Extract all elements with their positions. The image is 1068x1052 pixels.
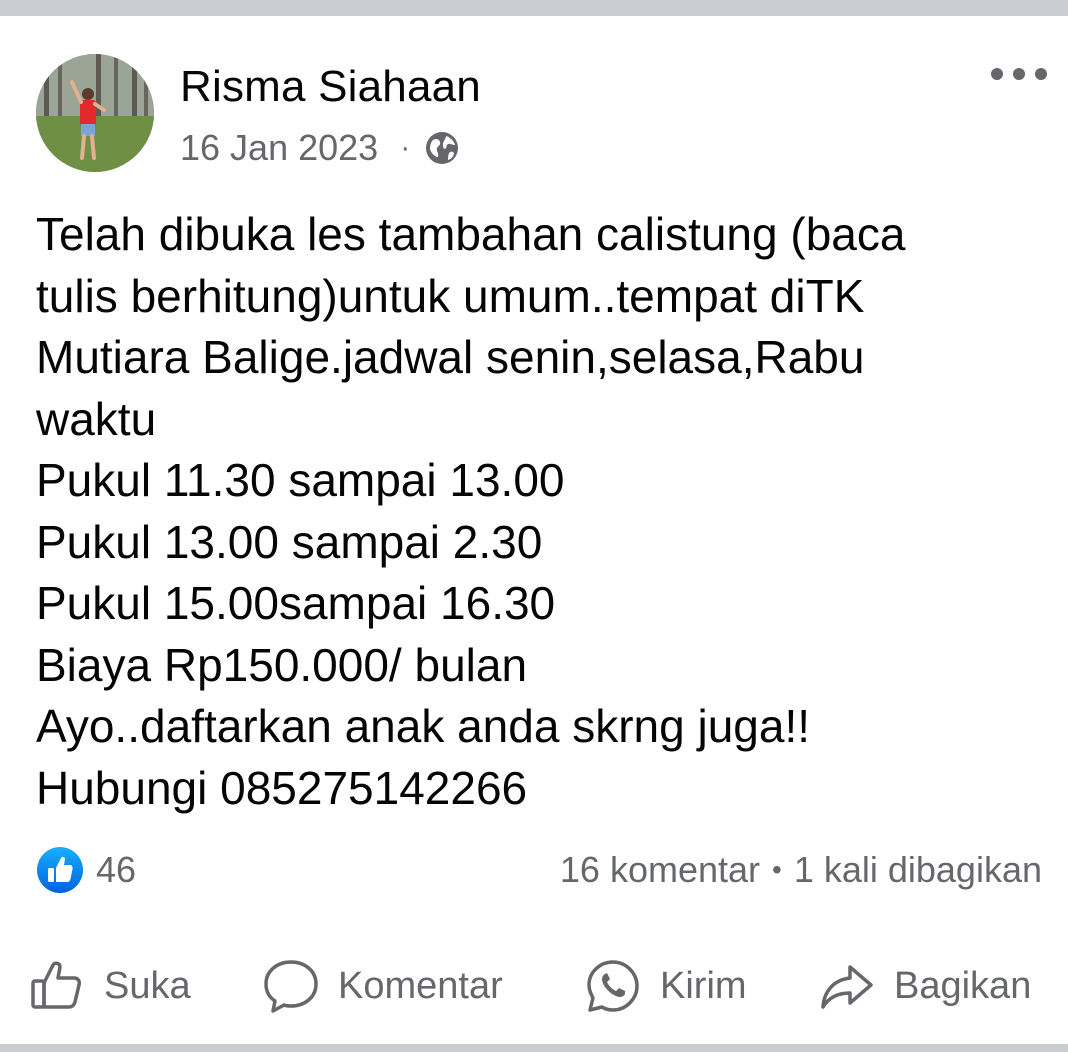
post-body-line: Pukul 13.00 sampai 2.30: [36, 515, 543, 568]
send-button[interactable]: Kirim: [584, 946, 747, 1026]
share-arrow-icon: [818, 957, 876, 1015]
top-divider: [0, 0, 1068, 16]
reaction-count: 46: [96, 849, 137, 890]
author-name[interactable]: Risma Siahaan: [180, 62, 481, 112]
post-body-line: waktu: [36, 392, 157, 445]
post-card: Risma Siahaan 16 Jan 2023 · Telah dibuka…: [0, 16, 1068, 1044]
bottom-divider: [0, 1044, 1068, 1052]
avatar[interactable]: [36, 54, 154, 172]
post-body-line: Biaya Rp150.000/ bulan: [36, 638, 528, 691]
comment-count-link[interactable]: 16 komentar: [560, 849, 760, 891]
share-button[interactable]: Bagikan: [818, 946, 1031, 1026]
post-body-line: Pukul 15.00sampai 16.30: [36, 577, 556, 629]
post-body-line: Ayo..daftarkan anak anda skrng juga!!: [36, 700, 811, 752]
globe-icon: [424, 130, 460, 166]
post-body: Telah dibuka les tambahan calistung (bac…: [36, 204, 1046, 819]
whatsapp-icon: [584, 957, 642, 1015]
share-label: Bagikan: [894, 964, 1032, 1007]
reaction-summary[interactable]: 46: [36, 846, 136, 894]
like-label: Suka: [104, 964, 191, 1007]
avatar-photo: [36, 54, 154, 172]
comment-bubble-icon: [262, 957, 320, 1015]
like-reaction-icon: [36, 846, 84, 894]
post-body-line: Hubungi 085275142266: [36, 761, 528, 814]
comment-label: Komentar: [338, 964, 503, 1007]
comment-button[interactable]: Komentar: [262, 946, 503, 1026]
stats-separator: •: [772, 854, 782, 885]
post-body-line: Pukul 11.30 sampai 13.00: [36, 454, 565, 506]
engagement-stats: 16 komentar • 1 kali dibagikan: [560, 846, 1042, 894]
more-options-icon[interactable]: [988, 64, 1050, 84]
post-body-line: Telah dibuka les tambahan calistung (bac…: [36, 208, 906, 260]
send-label: Kirim: [660, 964, 747, 1007]
post-body-line: Mutiara Balige.jadwal senin,selasa,Rabu: [36, 331, 865, 383]
post-body-line: tulis berhitung)untuk umum..tempat diTK: [36, 269, 865, 322]
post-meta: 16 Jan 2023 ·: [180, 126, 460, 170]
post-date[interactable]: 16 Jan 2023: [180, 127, 378, 169]
action-bar: Suka Komentar Kirim Bagikan: [0, 946, 1068, 1026]
thumbs-up-icon: [28, 957, 86, 1015]
like-button[interactable]: Suka: [28, 946, 191, 1026]
meta-separator: ·: [400, 131, 411, 164]
share-count-link[interactable]: 1 kali dibagikan: [794, 849, 1042, 891]
